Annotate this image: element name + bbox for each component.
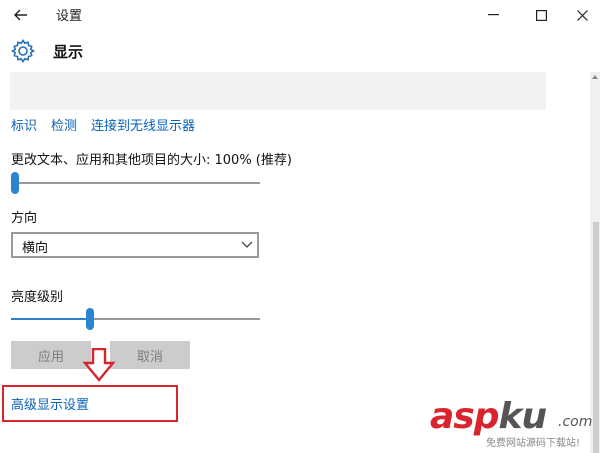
back-arrow-icon bbox=[14, 9, 27, 21]
scale-slider-thumb[interactable] bbox=[11, 172, 19, 194]
scale-slider-track[interactable] bbox=[11, 182, 260, 184]
page-header: 显示 bbox=[0, 30, 600, 72]
display-preview bbox=[10, 72, 546, 110]
close-icon bbox=[576, 9, 588, 21]
maximize-icon bbox=[535, 9, 547, 21]
brightness-slider-thumb[interactable] bbox=[85, 308, 94, 330]
connect-wireless-link[interactable]: 连接到无线显示器 bbox=[91, 115, 195, 134]
orientation-select[interactable]: 横向 bbox=[11, 232, 259, 258]
minimize-icon bbox=[487, 14, 499, 16]
back-button[interactable] bbox=[6, 2, 36, 28]
brightness-slider-fill bbox=[11, 318, 90, 320]
cancel-button[interactable]: 取消 bbox=[110, 341, 190, 369]
display-links: 标识 检测 连接到无线显示器 bbox=[11, 115, 209, 134]
watermark-subtitle: 免费网站源码下载站! bbox=[486, 438, 581, 449]
chevron-down-icon bbox=[241, 241, 253, 248]
watermark-domain: .com bbox=[558, 414, 593, 430]
settings-window: 设置 显示 标识 检测 连接到无线显示器 更改文本、应用和其他项目的大小: 10… bbox=[0, 0, 600, 453]
orientation-label: 方向 bbox=[11, 211, 38, 226]
close-button[interactable] bbox=[559, 0, 600, 30]
brightness-label: 亮度级别 bbox=[11, 290, 64, 305]
scroll-up-icon[interactable] bbox=[591, 73, 599, 81]
title-bar: 设置 bbox=[0, 0, 600, 30]
maximize-button[interactable] bbox=[518, 0, 564, 30]
down-arrow-icon bbox=[82, 348, 116, 382]
apply-button[interactable]: 应用 bbox=[11, 341, 91, 369]
detect-link[interactable]: 检测 bbox=[51, 115, 77, 134]
page-title: 显示 bbox=[53, 43, 84, 61]
gear-icon bbox=[10, 39, 36, 63]
watermark-logo: aspku .com 免费网站源码下载站! bbox=[430, 398, 594, 450]
orientation-value: 横向 bbox=[22, 241, 49, 256]
minimize-button[interactable] bbox=[470, 0, 516, 30]
advanced-display-settings-link[interactable]: 高级显示设置 bbox=[11, 394, 89, 413]
watermark-text: aspku bbox=[430, 396, 547, 437]
scale-label: 更改文本、应用和其他项目的大小: 100% (推荐) bbox=[11, 153, 292, 168]
identify-link[interactable]: 标识 bbox=[11, 115, 37, 134]
window-title: 设置 bbox=[56, 9, 83, 24]
